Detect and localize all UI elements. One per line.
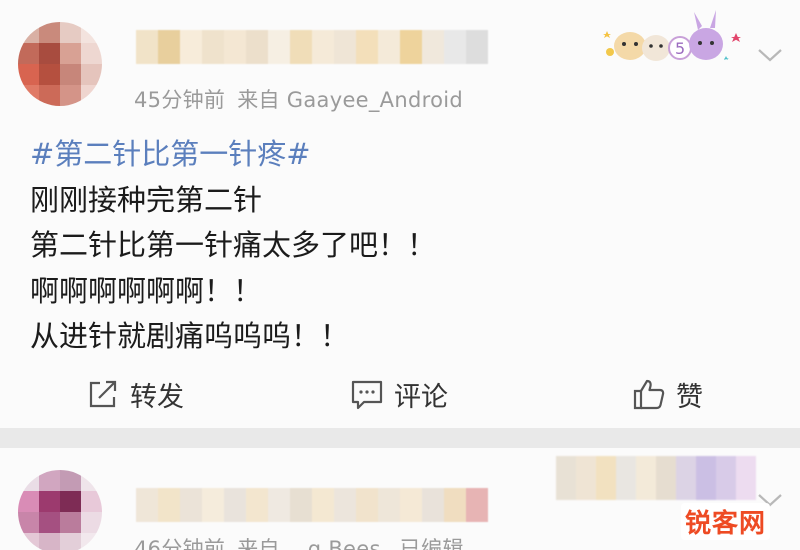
like-icon xyxy=(633,379,665,410)
edited-label[interactable]: 已编辑 xyxy=(400,537,464,550)
post-time: 45分钟前 xyxy=(134,88,226,112)
repost-icon xyxy=(89,380,117,408)
repost-button[interactable]: 转发 xyxy=(86,374,184,414)
site-watermark: 锐客网 xyxy=(680,503,770,540)
feed-post: 46分钟前 来自 ...g Bees 已编辑 锐客网 xyxy=(0,448,800,550)
post-source[interactable]: 来自 ...g Bees xyxy=(237,537,381,550)
svg-text:5: 5 xyxy=(675,39,685,58)
like-label: 赞 xyxy=(676,381,703,413)
content-line: 刚刚接种完第二针 xyxy=(30,182,263,217)
content-line: 啊啊啊啊啊啊！！ xyxy=(30,273,263,308)
feed-post: 45分钟前 来自 Gaayee_Android 5 #第二针比第一针疼# 刚刚接种… xyxy=(0,0,800,428)
post-source[interactable]: 来自 Gaayee_Android xyxy=(237,88,463,112)
repost-label: 转发 xyxy=(130,381,184,413)
chevron-down-icon[interactable] xyxy=(755,45,785,65)
comment-label: 评论 xyxy=(394,381,448,413)
post-content: #第二针比第一针疼# 刚刚接种完第二针 第二针比第一针痛太多了吧！！ 啊啊啊啊啊… xyxy=(30,132,436,360)
comment-button[interactable]: 评论 xyxy=(350,374,448,414)
comment-icon xyxy=(351,380,383,410)
post-time: 46分钟前 xyxy=(134,537,226,550)
avatar[interactable] xyxy=(18,470,102,550)
topic-link[interactable]: #第二针比第一针疼# xyxy=(30,132,436,178)
post-meta: 46分钟前 来自 ...g Bees 已编辑 xyxy=(134,533,464,550)
post-meta: 45分钟前 来自 Gaayee_Android xyxy=(134,84,463,114)
sticker-badge-blurred xyxy=(556,456,756,500)
avatar[interactable] xyxy=(18,22,102,106)
username-blurred[interactable] xyxy=(136,30,488,64)
action-bar: 转发 评论 赞 xyxy=(0,364,800,426)
content-line: 第二针比第一针痛太多了吧！！ xyxy=(30,228,437,262)
sticker-badge-icon: 5 xyxy=(603,10,741,61)
content-line: 从进针就剧痛呜呜呜！！ xyxy=(30,319,350,353)
like-button[interactable]: 赞 xyxy=(632,374,703,414)
username-blurred[interactable] xyxy=(136,488,488,522)
